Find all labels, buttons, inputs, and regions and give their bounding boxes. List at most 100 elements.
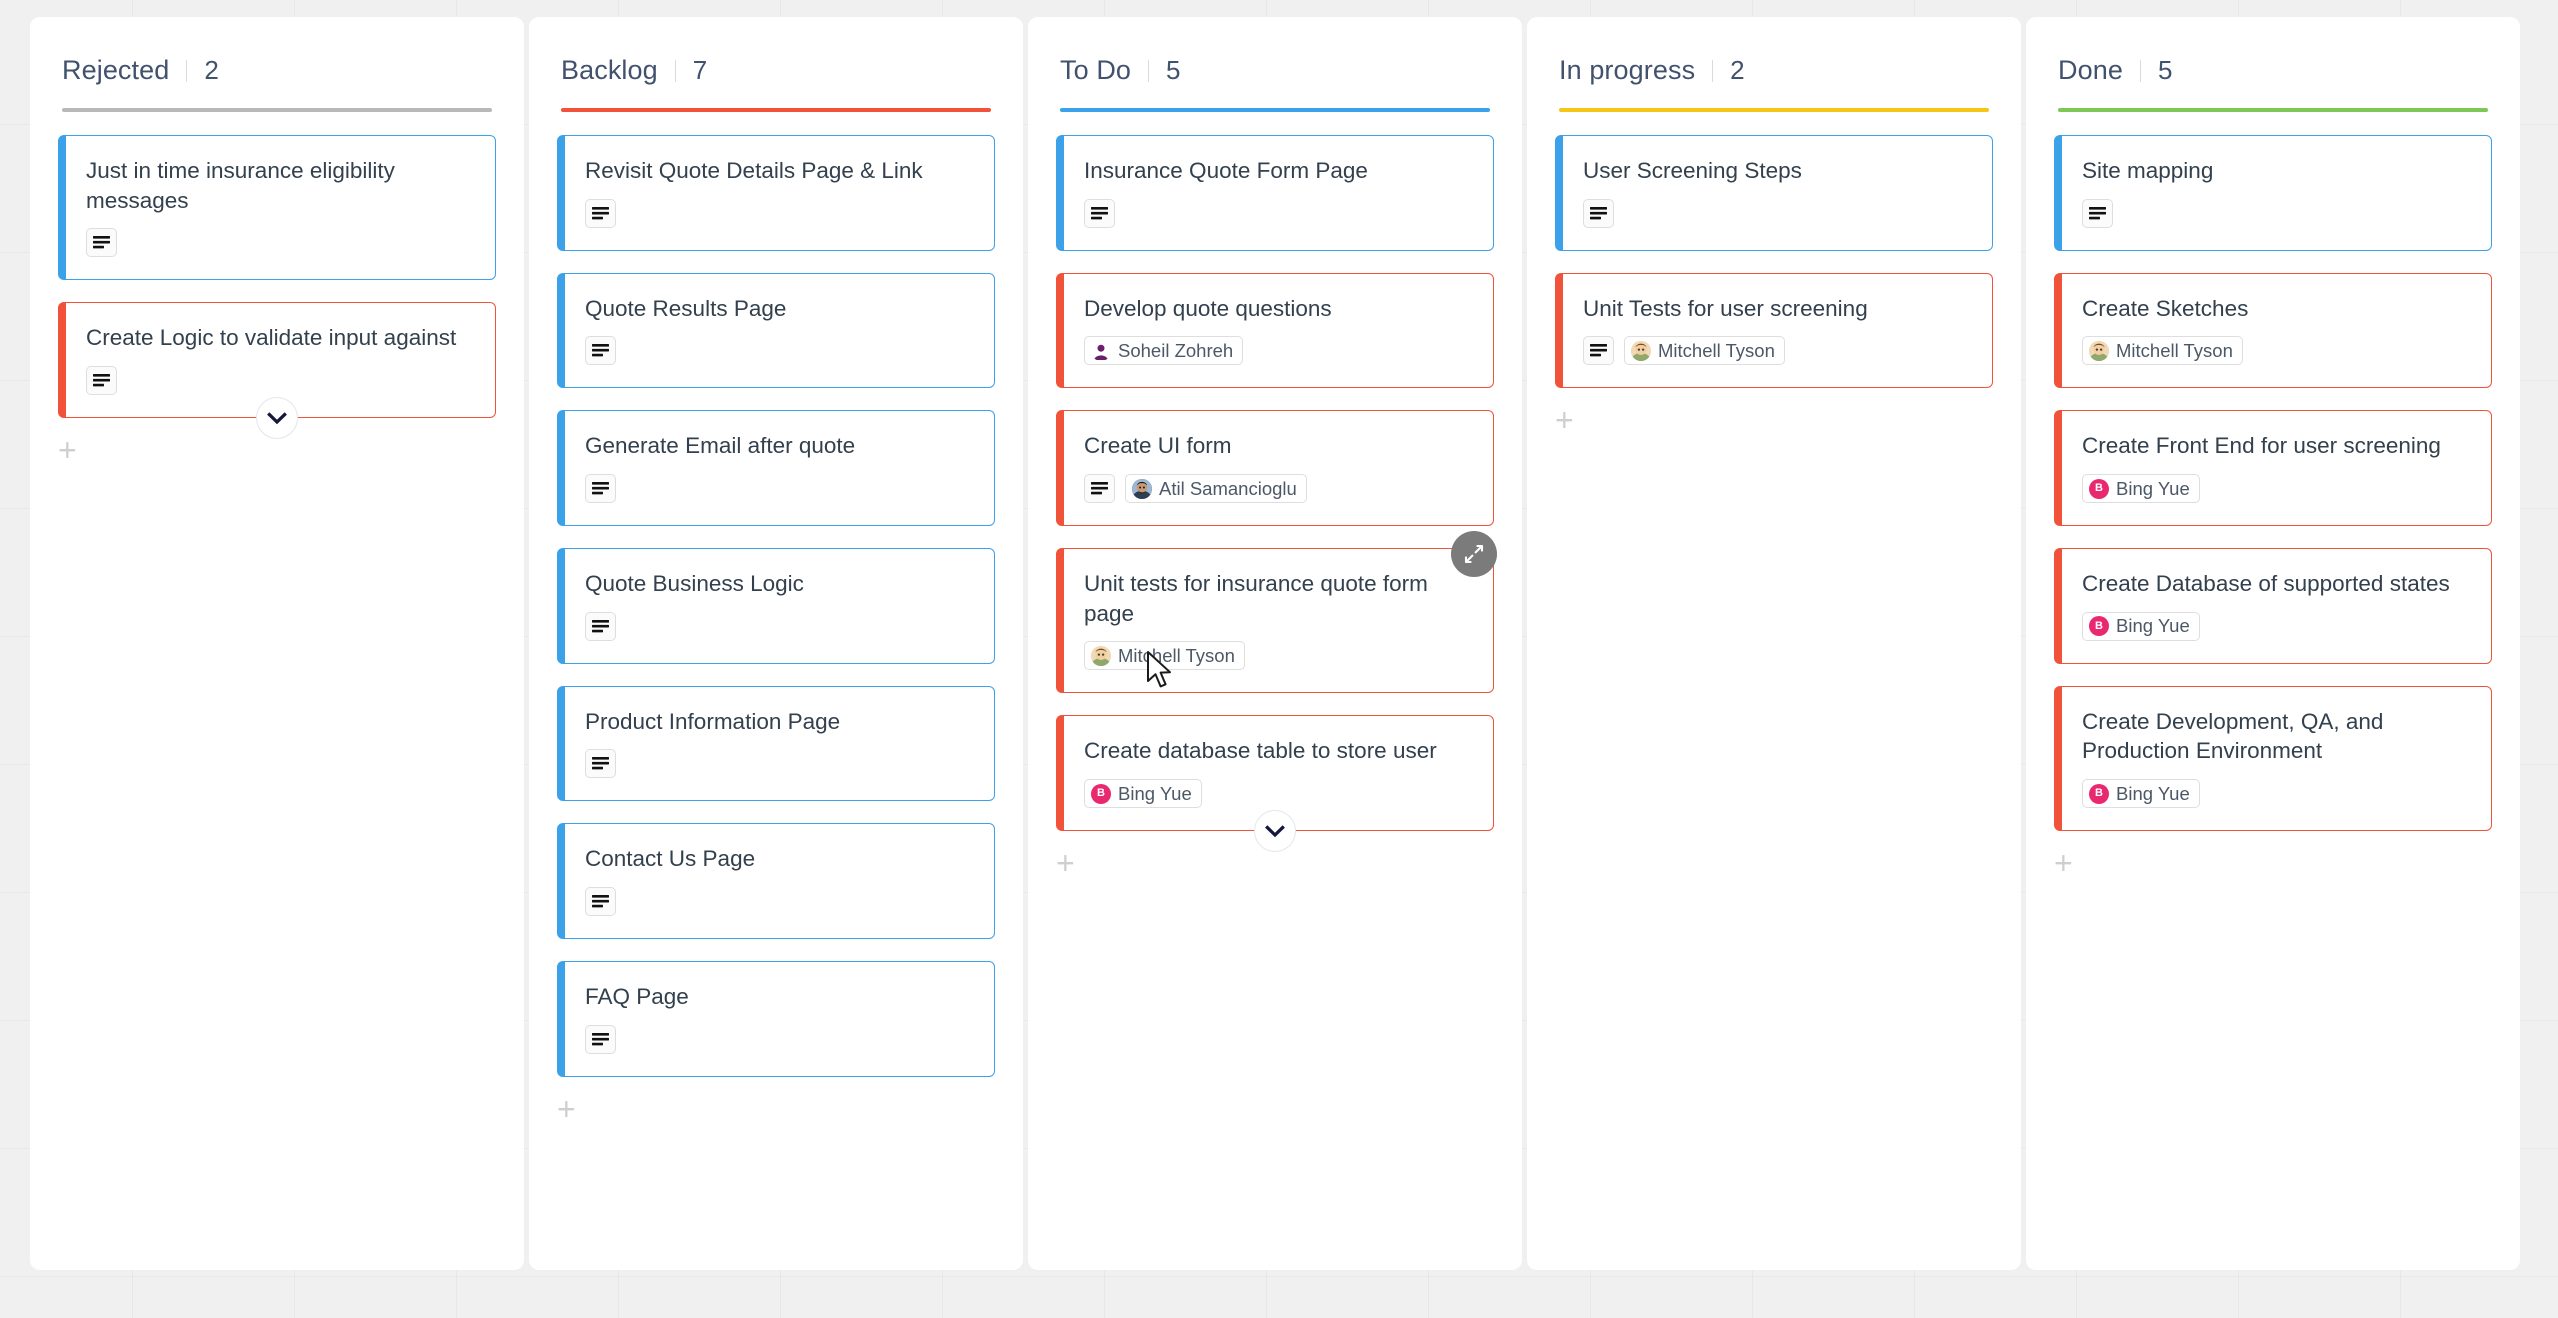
- description-icon: [585, 199, 616, 228]
- avatar: [1091, 341, 1111, 361]
- task-card-title: Create Front End for user screening: [2082, 431, 2469, 461]
- avatar: [1091, 646, 1111, 666]
- collapse-column-button[interactable]: [256, 397, 298, 439]
- assignee-chip[interactable]: Mitchell Tyson: [1624, 336, 1785, 365]
- column-header-row: To Do 5: [1060, 55, 1490, 108]
- task-card[interactable]: Product Information Page: [557, 686, 995, 802]
- task-card-meta: [585, 749, 972, 778]
- assignee-name: Atil Samancioglu: [1159, 478, 1297, 500]
- task-card-title: Product Information Page: [585, 707, 972, 737]
- assignee-name: Mitchell Tyson: [1118, 645, 1235, 667]
- chevron-down-icon: [267, 412, 287, 425]
- task-card-meta: Mitchell Tyson: [1583, 336, 1970, 365]
- task-card-meta: Soheil Zohreh: [1084, 336, 1471, 365]
- assignee-name: Soheil Zohreh: [1118, 340, 1233, 362]
- column-card-count: 5: [2158, 55, 2172, 86]
- task-card[interactable]: Create UI form Atil Samancioglu: [1056, 410, 1494, 526]
- task-card-title: Create Database of supported states: [2082, 569, 2469, 599]
- plus-icon: +: [557, 1091, 576, 1127]
- kanban-column-inprogress: In progress 2 User Screening Steps Unit Tes…: [1527, 17, 2021, 1270]
- task-card-meta: [585, 474, 972, 503]
- assignee-chip[interactable]: Mitchell Tyson: [1084, 641, 1245, 670]
- column-title[interactable]: In progress: [1559, 55, 1695, 86]
- description-icon: [2082, 199, 2113, 228]
- card-list: Revisit Quote Details Page & Link Quote R…: [529, 112, 1023, 1077]
- task-card-meta: [585, 612, 972, 641]
- task-card-title: Quote Business Logic: [585, 569, 972, 599]
- add-card-button[interactable]: +: [529, 1077, 1023, 1125]
- column-header-divider: [2140, 60, 2141, 82]
- task-card-meta: Mitchell Tyson: [1084, 641, 1471, 670]
- description-icon: [585, 474, 616, 503]
- assignee-chip[interactable]: Atil Samancioglu: [1125, 474, 1307, 503]
- assignee-chip[interactable]: B Bing Yue: [2082, 474, 2200, 503]
- task-card-meta: BBing Yue: [2082, 612, 2469, 641]
- kanban-column-rejected: Rejected2 Just in time insurance eligibil…: [30, 17, 524, 1270]
- task-card[interactable]: Generate Email after quote: [557, 410, 995, 526]
- card-list: Site mapping Create SketchesMitchell Tyso…: [2026, 112, 2520, 831]
- description-icon: [86, 228, 117, 257]
- column-card-count: 5: [1166, 55, 1180, 86]
- assignee-chip[interactable]: BBing Yue: [1084, 779, 1202, 808]
- task-card[interactable]: User Screening Steps: [1555, 135, 1993, 251]
- assignee-name: Bing Yue: [2116, 478, 2190, 500]
- column-header-row: In progress 2: [1559, 55, 1989, 108]
- task-card-meta: BBing Yue: [1084, 779, 1471, 808]
- add-card-button[interactable]: +: [2026, 831, 2520, 879]
- task-card-title: User Screening Steps: [1583, 156, 1970, 186]
- task-card-title: Create database table to store user: [1084, 736, 1471, 766]
- column-title[interactable]: Rejected: [62, 55, 169, 86]
- task-card[interactable]: FAQ Page: [557, 961, 995, 1077]
- column-card-count: 7: [693, 55, 707, 86]
- column-header-divider: [675, 60, 676, 82]
- add-card-button[interactable]: +: [1527, 388, 2021, 436]
- task-card[interactable]: Quote Results Page: [557, 273, 995, 389]
- card-list: Just in time insurance eligibility messa…: [30, 112, 524, 418]
- task-card[interactable]: Create Development, QA, and Production E…: [2054, 686, 2492, 831]
- assignee-chip[interactable]: BBing Yue: [2082, 612, 2200, 641]
- column-title[interactable]: Done: [2058, 55, 2123, 86]
- task-card-title: FAQ Page: [585, 982, 972, 1012]
- card-list: User Screening Steps Unit Tests for user …: [1527, 112, 2021, 388]
- task-card[interactable]: Create Database of supported states BBing…: [2054, 548, 2492, 664]
- collapse-column-button[interactable]: [1254, 810, 1296, 852]
- column-header: Done 5: [2026, 17, 2520, 112]
- avatar: B: [1091, 784, 1111, 804]
- column-card-count: 2: [1730, 55, 1744, 86]
- card-list: Insurance Quote Form Page Develop quote q…: [1028, 112, 1522, 831]
- task-card[interactable]: Unit tests for insurance quote form page…: [1056, 548, 1494, 693]
- task-card-title: Unit Tests for user screening: [1583, 294, 1970, 324]
- column-header-row: Backlog 7: [561, 55, 991, 108]
- assignee-chip[interactable]: Soheil Zohreh: [1084, 336, 1243, 365]
- task-card[interactable]: Insurance Quote Form Page: [1056, 135, 1494, 251]
- task-card[interactable]: Develop quote questionsSoheil Zohreh: [1056, 273, 1494, 389]
- description-icon: [585, 749, 616, 778]
- assignee-chip[interactable]: BBing Yue: [2082, 779, 2200, 808]
- task-card-title: Quote Results Page: [585, 294, 972, 324]
- avatar: B: [2089, 784, 2109, 804]
- column-title[interactable]: Backlog: [561, 55, 658, 86]
- task-card-meta: [585, 336, 972, 365]
- task-card-meta: [585, 1025, 972, 1054]
- task-card[interactable]: Revisit Quote Details Page & Link: [557, 135, 995, 251]
- task-card[interactable]: Create SketchesMitchell Tyson: [2054, 273, 2492, 389]
- column-title[interactable]: To Do: [1060, 55, 1131, 86]
- kanban-column-done: Done 5 Site mapping Create SketchesMitchell…: [2026, 17, 2520, 1270]
- column-header: Rejected2: [30, 17, 524, 112]
- plus-icon: +: [1056, 845, 1075, 881]
- task-card-title: Generate Email after quote: [585, 431, 972, 461]
- task-card[interactable]: Site mapping: [2054, 135, 2492, 251]
- avatar: B: [2089, 479, 2109, 499]
- task-card-title: Unit tests for insurance quote form page: [1084, 569, 1471, 628]
- task-card[interactable]: Quote Business Logic: [557, 548, 995, 664]
- assignee-chip[interactable]: Mitchell Tyson: [2082, 336, 2243, 365]
- task-card-meta: [1084, 199, 1471, 228]
- task-card[interactable]: Contact Us Page: [557, 823, 995, 939]
- column-header-divider: [1148, 60, 1149, 82]
- task-card[interactable]: Unit Tests for user screening Mitchell Ty…: [1555, 273, 1993, 389]
- task-card[interactable]: Just in time insurance eligibility messa…: [58, 135, 496, 280]
- task-card[interactable]: Create Front End for user screening B Bing…: [2054, 410, 2492, 526]
- task-card-title: Create UI form: [1084, 431, 1471, 461]
- expand-card-button[interactable]: [1451, 531, 1497, 577]
- plus-icon: +: [2054, 845, 2073, 881]
